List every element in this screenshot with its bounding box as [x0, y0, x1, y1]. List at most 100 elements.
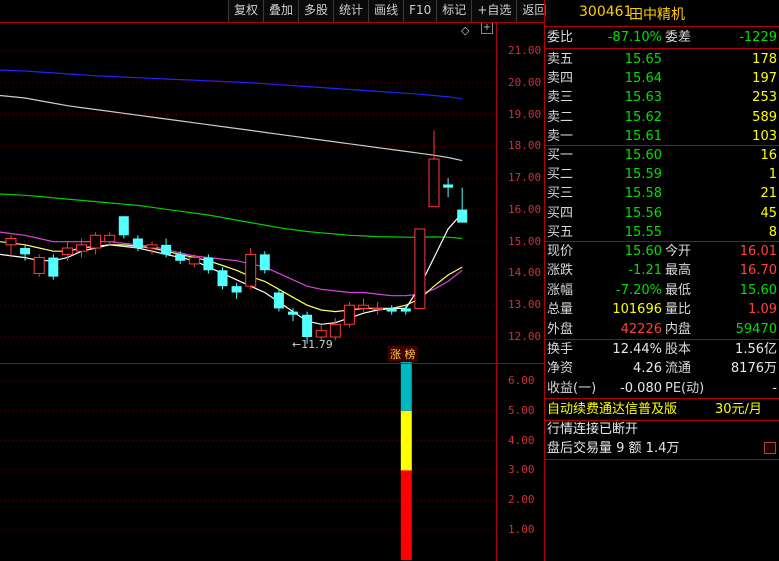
ad-price[interactable]: 30元/月 — [715, 400, 762, 419]
divider — [545, 26, 779, 27]
ask-price: 15.62 — [624, 109, 662, 125]
ask-row[interactable]: 卖四 15.64 197 — [545, 69, 779, 88]
quote-value: 1.09 — [748, 302, 777, 318]
bid-row[interactable]: 买一 15.60 16 — [545, 146, 779, 165]
ad-row[interactable]: 自动续费通达信普及版 30元/月 — [545, 400, 779, 419]
quote-label: 最低 — [665, 282, 692, 298]
weicha-label: 委差 — [665, 30, 692, 45]
after-hours-volume: 盘后交易量 9 额 1.4万 — [547, 441, 680, 456]
quote-label: 涨幅 — [547, 282, 574, 298]
bid-row[interactable]: 买五 15.55 8 — [545, 223, 779, 242]
divider — [545, 398, 779, 399]
toolbar-draw-line-button[interactable]: 画线 — [368, 0, 404, 22]
chart-icon[interactable] — [764, 442, 776, 454]
quote-row: 现价 15.60 今开 16.01 — [545, 242, 779, 261]
bid-row[interactable]: 买三 15.58 21 — [545, 184, 779, 203]
bid-label: 买三 — [547, 186, 574, 202]
fund-row: 净资 4.26 流通 8176万 — [545, 359, 779, 378]
candle-body — [343, 304, 355, 325]
bid-price: 15.55 — [624, 224, 662, 240]
quote-row: 涨跌 -1.21 最高 16.70 — [545, 261, 779, 280]
candle-body — [273, 292, 284, 309]
limit-up-tag: 涨 榜 — [388, 346, 418, 362]
ask-label: 卖二 — [547, 109, 574, 125]
candle-body — [443, 184, 454, 188]
fund-label: 净资 — [547, 361, 574, 377]
ad-text[interactable]: 自动续费通达信普及版 — [547, 400, 677, 419]
diamond-icon[interactable]: ◇ — [461, 24, 469, 37]
price-tick-label: 13.00 — [508, 298, 542, 312]
fund-label: PE(动) — [665, 380, 705, 396]
kline-chart[interactable] — [0, 0, 545, 561]
weibi-value: -87.10% — [607, 30, 662, 45]
bid-volume: 21 — [760, 186, 777, 202]
ask-volume: 589 — [752, 109, 777, 125]
bid-price: 15.58 — [624, 186, 662, 202]
quote-label: 最高 — [665, 263, 692, 279]
ask-row[interactable]: 卖三 15.63 253 — [545, 88, 779, 107]
toolbar-add-watchlist-button[interactable]: +自选 — [471, 0, 517, 22]
quote-value: 101696 — [612, 302, 662, 318]
candle-body — [203, 257, 214, 271]
toolbar-fuquan-button[interactable]: 复权 — [228, 0, 264, 22]
fund-label: 收益(一) — [547, 380, 597, 396]
price-tick-label: 17.00 — [508, 171, 542, 185]
connection-status: 行情连接已断开 — [547, 422, 639, 437]
chart-top-border — [0, 22, 545, 23]
weibi-label: 委比 — [547, 30, 574, 45]
status-row: 行情连接已断开 — [545, 420, 779, 439]
price-tick-label: 14.00 — [508, 266, 542, 280]
indicator-tick-label: 6.00 — [508, 374, 535, 387]
fund-value: - — [772, 380, 777, 396]
candle-body — [161, 244, 172, 255]
quote-value: 16.01 — [739, 244, 777, 259]
toolbar-f10-button[interactable]: F10 — [403, 0, 437, 22]
bid-volume: 1 — [768, 167, 777, 183]
quote-value: 15.60 — [624, 244, 662, 259]
candle-body — [48, 257, 59, 277]
bid-row[interactable]: 买二 15.59 1 — [545, 165, 779, 184]
ask-label: 卖五 — [547, 52, 574, 67]
low-price-label: ←11.79 — [292, 338, 333, 351]
bid-label: 买四 — [547, 205, 574, 221]
ask-row[interactable]: 卖二 15.62 589 — [545, 108, 779, 127]
quote-row: 外盘 42226 内盘 59470 — [545, 320, 779, 339]
ask-price: 15.65 — [624, 52, 662, 67]
indicator-bar-yellow — [400, 410, 412, 471]
candle-body — [90, 234, 102, 249]
candle-body — [245, 253, 257, 287]
toolbar-mark-button[interactable]: 标记 — [436, 0, 472, 22]
ask-label: 卖三 — [547, 90, 574, 106]
bid-row[interactable]: 买四 15.56 45 — [545, 204, 779, 223]
ask-row[interactable]: 卖一 15.61 103 — [545, 127, 779, 146]
quote-row: 总量 101696 量比 1.09 — [545, 300, 779, 319]
ask-label: 卖一 — [547, 128, 574, 144]
ask-price: 15.63 — [624, 90, 662, 106]
toolbar-overlay-button[interactable]: 叠加 — [263, 0, 299, 22]
quote-label: 内盘 — [665, 321, 692, 337]
toolbar-stats-button[interactable]: 统计 — [333, 0, 369, 22]
ask-row[interactable]: 卖五 15.65 178 — [545, 50, 779, 69]
quote-value: 16.70 — [739, 263, 777, 279]
candle-body — [33, 257, 45, 274]
quote-label: 总量 — [547, 302, 574, 318]
candle-body — [428, 158, 440, 208]
candle-body — [315, 330, 327, 338]
toolbar-multi-stock-button[interactable]: 多股 — [298, 0, 334, 22]
candle-body — [358, 304, 369, 309]
candle-body — [104, 234, 116, 243]
pane-divider — [0, 363, 545, 364]
quote-value: 59470 — [735, 321, 777, 337]
moving-average-line — [0, 94, 463, 162]
candle-body — [5, 237, 17, 246]
candle-body — [457, 209, 468, 223]
axis-divider — [496, 22, 497, 561]
chart-toolbar: 复权 叠加 多股 统计 画线 F10 标记 +自选 返回 — [228, 0, 552, 22]
quote-label: 外盘 — [547, 321, 574, 337]
candle-body — [146, 244, 158, 249]
fund-value: 8176万 — [730, 361, 777, 377]
ask-volume: 253 — [752, 90, 777, 106]
plus-icon[interactable]: + — [481, 22, 493, 34]
quote-row: 涨幅 -7.20% 最低 15.60 — [545, 281, 779, 300]
quote-value: 15.60 — [739, 282, 777, 298]
